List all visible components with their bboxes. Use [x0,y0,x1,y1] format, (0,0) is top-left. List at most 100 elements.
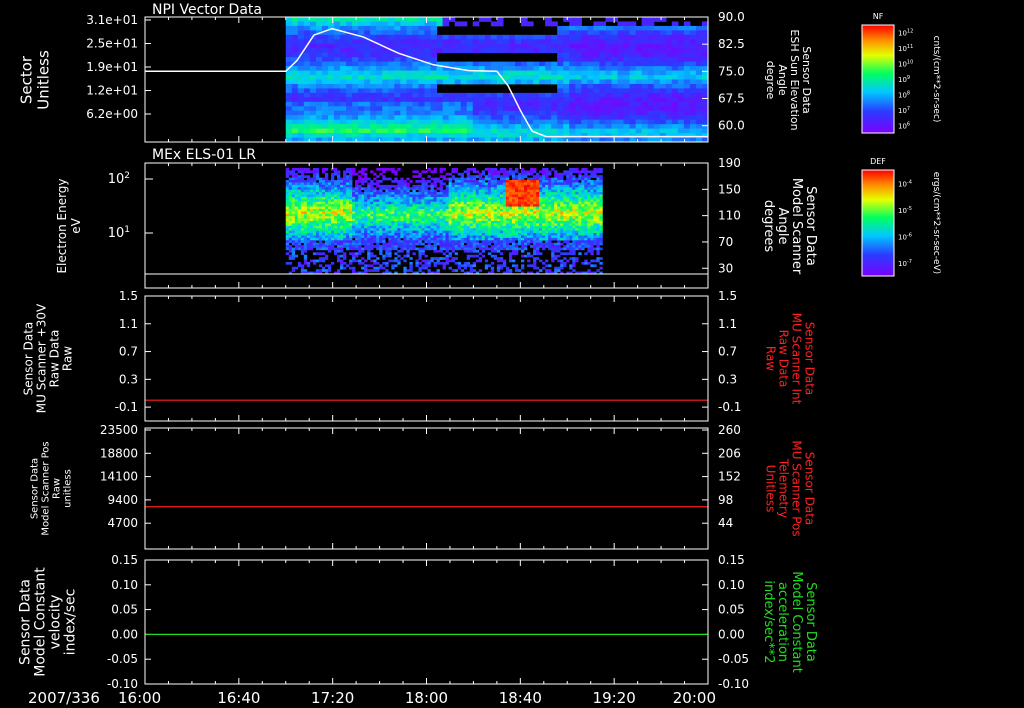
spectrogram-cell [334,208,338,212]
spectrogram-cell [427,196,431,200]
heatmap-cell [695,25,703,31]
heatmap-cell [382,110,389,116]
spectrogram-cell [505,247,510,251]
spectrogram-cell [400,206,404,210]
spectrogram-cell [324,180,329,183]
spectrogram-cell [355,192,359,195]
heatmap-cell [460,124,468,129]
spectrogram-cell [469,180,474,183]
heatmap-cell [340,25,347,31]
spectrogram-cell [496,211,501,215]
heatmap-cell [665,88,673,94]
spectrogram-cell [303,269,308,272]
spectrogram-cell [355,184,359,188]
spectrogram-cell [400,230,404,234]
heatmap-cell [370,43,377,49]
spectrogram-cell [530,204,534,207]
spectrogram-cell [536,196,540,200]
spectrogram-cell [430,204,434,207]
spectrogram-cell [285,184,290,188]
heatmap-cell [309,115,317,121]
heatmap-cell [394,83,401,89]
spectrogram-cell [439,242,443,246]
heatmap-cell [285,97,293,103]
spectrogram-cell [521,249,525,253]
heatmap-cell [303,106,311,112]
heatmap-cell [569,70,576,76]
spectrogram-cell [548,235,552,239]
spectrogram-cell [300,175,305,178]
heatmap-cell [466,79,474,85]
spectrogram-cell [457,182,461,186]
heatmap-cell [436,75,444,80]
spectrogram-cell [442,199,446,203]
heatmap-cell [575,25,582,31]
spectrogram-cell [355,223,359,227]
spectrogram-cell [457,228,461,231]
heatmap-cell [327,75,335,80]
heatmap-cell [629,106,637,112]
heatmap-cell [478,124,486,129]
spectrogram-cell [481,192,486,195]
spectrogram-cell [288,228,293,231]
spectrogram-cell [466,225,471,229]
heatmap-cell [611,101,619,107]
spectrogram-cell [427,228,431,231]
spectrogram-cell [300,206,305,210]
heatmap-cell [418,43,426,49]
spectrogram-cell [481,230,486,234]
spectrogram-cell [493,237,498,241]
spectrogram-cell [409,269,413,272]
spectrogram-cell [334,230,338,234]
spectrogram-cell [294,172,299,176]
spectrogram-cell [315,245,320,248]
spectrogram-cell [376,199,380,203]
heatmap-cell [581,43,588,49]
spectrogram-cell [309,189,314,193]
heatmap-cell [382,119,389,125]
spectrogram-cell [542,211,546,215]
spectrogram-cell [530,233,534,236]
heatmap-cell [496,101,504,107]
spectrogram-cell [460,208,464,212]
heatmap-cell [352,79,359,85]
heatmap-cell [430,21,438,27]
spectrogram-cell [285,216,290,219]
heatmap-cell [418,88,426,94]
heatmap-cell [358,75,365,80]
spectrogram-cell [466,242,471,246]
spectrogram-cell [334,182,338,186]
spectrogram-cell [484,237,489,241]
heatmap-cell [545,75,552,80]
spectrogram-cell [451,247,455,251]
heatmap-cell [557,52,564,58]
heatmap-cell [563,25,570,31]
heatmap-cell [376,61,383,67]
spectrogram-cell [472,261,477,265]
spectrogram-cell [481,242,486,246]
spectrogram-cell [309,242,314,246]
heatmap-cell [635,34,643,40]
heatmap-cell [575,115,582,121]
spectrogram-cell [391,211,395,215]
spectrogram-cell [364,189,368,193]
spectrogram-cell [309,233,314,236]
spectrogram-cell [521,228,525,231]
spectrogram-cell [418,184,422,188]
spectrogram-cell [367,237,371,241]
spectrogram-cell [294,245,299,248]
spectrogram-cell [285,175,290,178]
heatmap-cell [617,128,625,134]
spectrogram-cell [364,211,368,215]
heatmap-cell [665,25,673,31]
heatmap-cell [309,92,317,98]
spectrogram-cell [364,175,368,178]
heatmap-cell [297,39,305,45]
heatmap-cell [303,115,311,121]
spectrogram-cell [385,194,389,198]
heatmap-cell [285,128,293,134]
spectrogram-cell [511,206,516,210]
spectrogram-cell [309,184,314,188]
heatmap-cell [545,115,552,121]
heatmap-cell [593,61,601,67]
